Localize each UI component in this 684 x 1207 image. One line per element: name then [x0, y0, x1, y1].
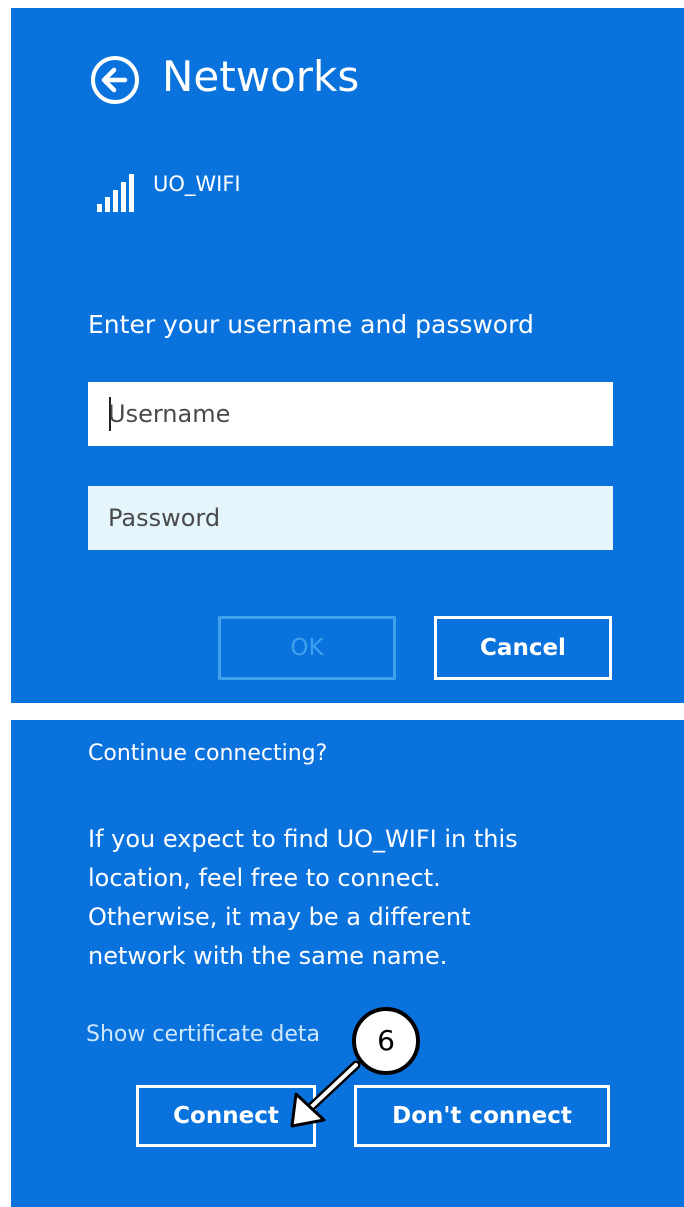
- description-line: If you expect to find UO_WIFI in this: [88, 825, 518, 853]
- page-title: Networks: [162, 52, 360, 101]
- username-input[interactable]: [88, 382, 613, 446]
- back-arrow-circle-icon: [91, 56, 139, 104]
- continue-description: If you expect to find UO_WIFI in this lo…: [88, 820, 608, 976]
- text-cursor: [109, 397, 111, 431]
- password-input[interactable]: [88, 486, 613, 550]
- description-line: network with the same name.: [88, 942, 448, 970]
- show-certificate-details-link[interactable]: Show certificate deta: [86, 1022, 320, 1047]
- header: Networks: [90, 55, 359, 105]
- network-row: UO_WIFI: [97, 172, 241, 212]
- dont-connect-button[interactable]: Don't connect: [354, 1085, 610, 1147]
- description-line: Otherwise, it may be a different: [88, 903, 471, 931]
- connect-button[interactable]: Connect: [136, 1085, 316, 1147]
- credentials-prompt: Enter your username and password: [88, 310, 534, 339]
- network-name: UO_WIFI: [153, 172, 241, 196]
- description-line: location, feel free to connect.: [88, 864, 441, 892]
- continue-question: Continue connecting?: [88, 741, 328, 766]
- network-login-panel: Networks UO_WIFI Enter your username and…: [11, 8, 684, 703]
- continue-connecting-panel: Continue connecting? If you expect to fi…: [11, 720, 684, 1207]
- wifi-signal-icon: [97, 172, 135, 212]
- step-number: 6: [377, 1024, 395, 1057]
- back-button[interactable]: [90, 55, 140, 105]
- cancel-button[interactable]: Cancel: [434, 616, 612, 680]
- ok-button[interactable]: OK: [218, 616, 396, 680]
